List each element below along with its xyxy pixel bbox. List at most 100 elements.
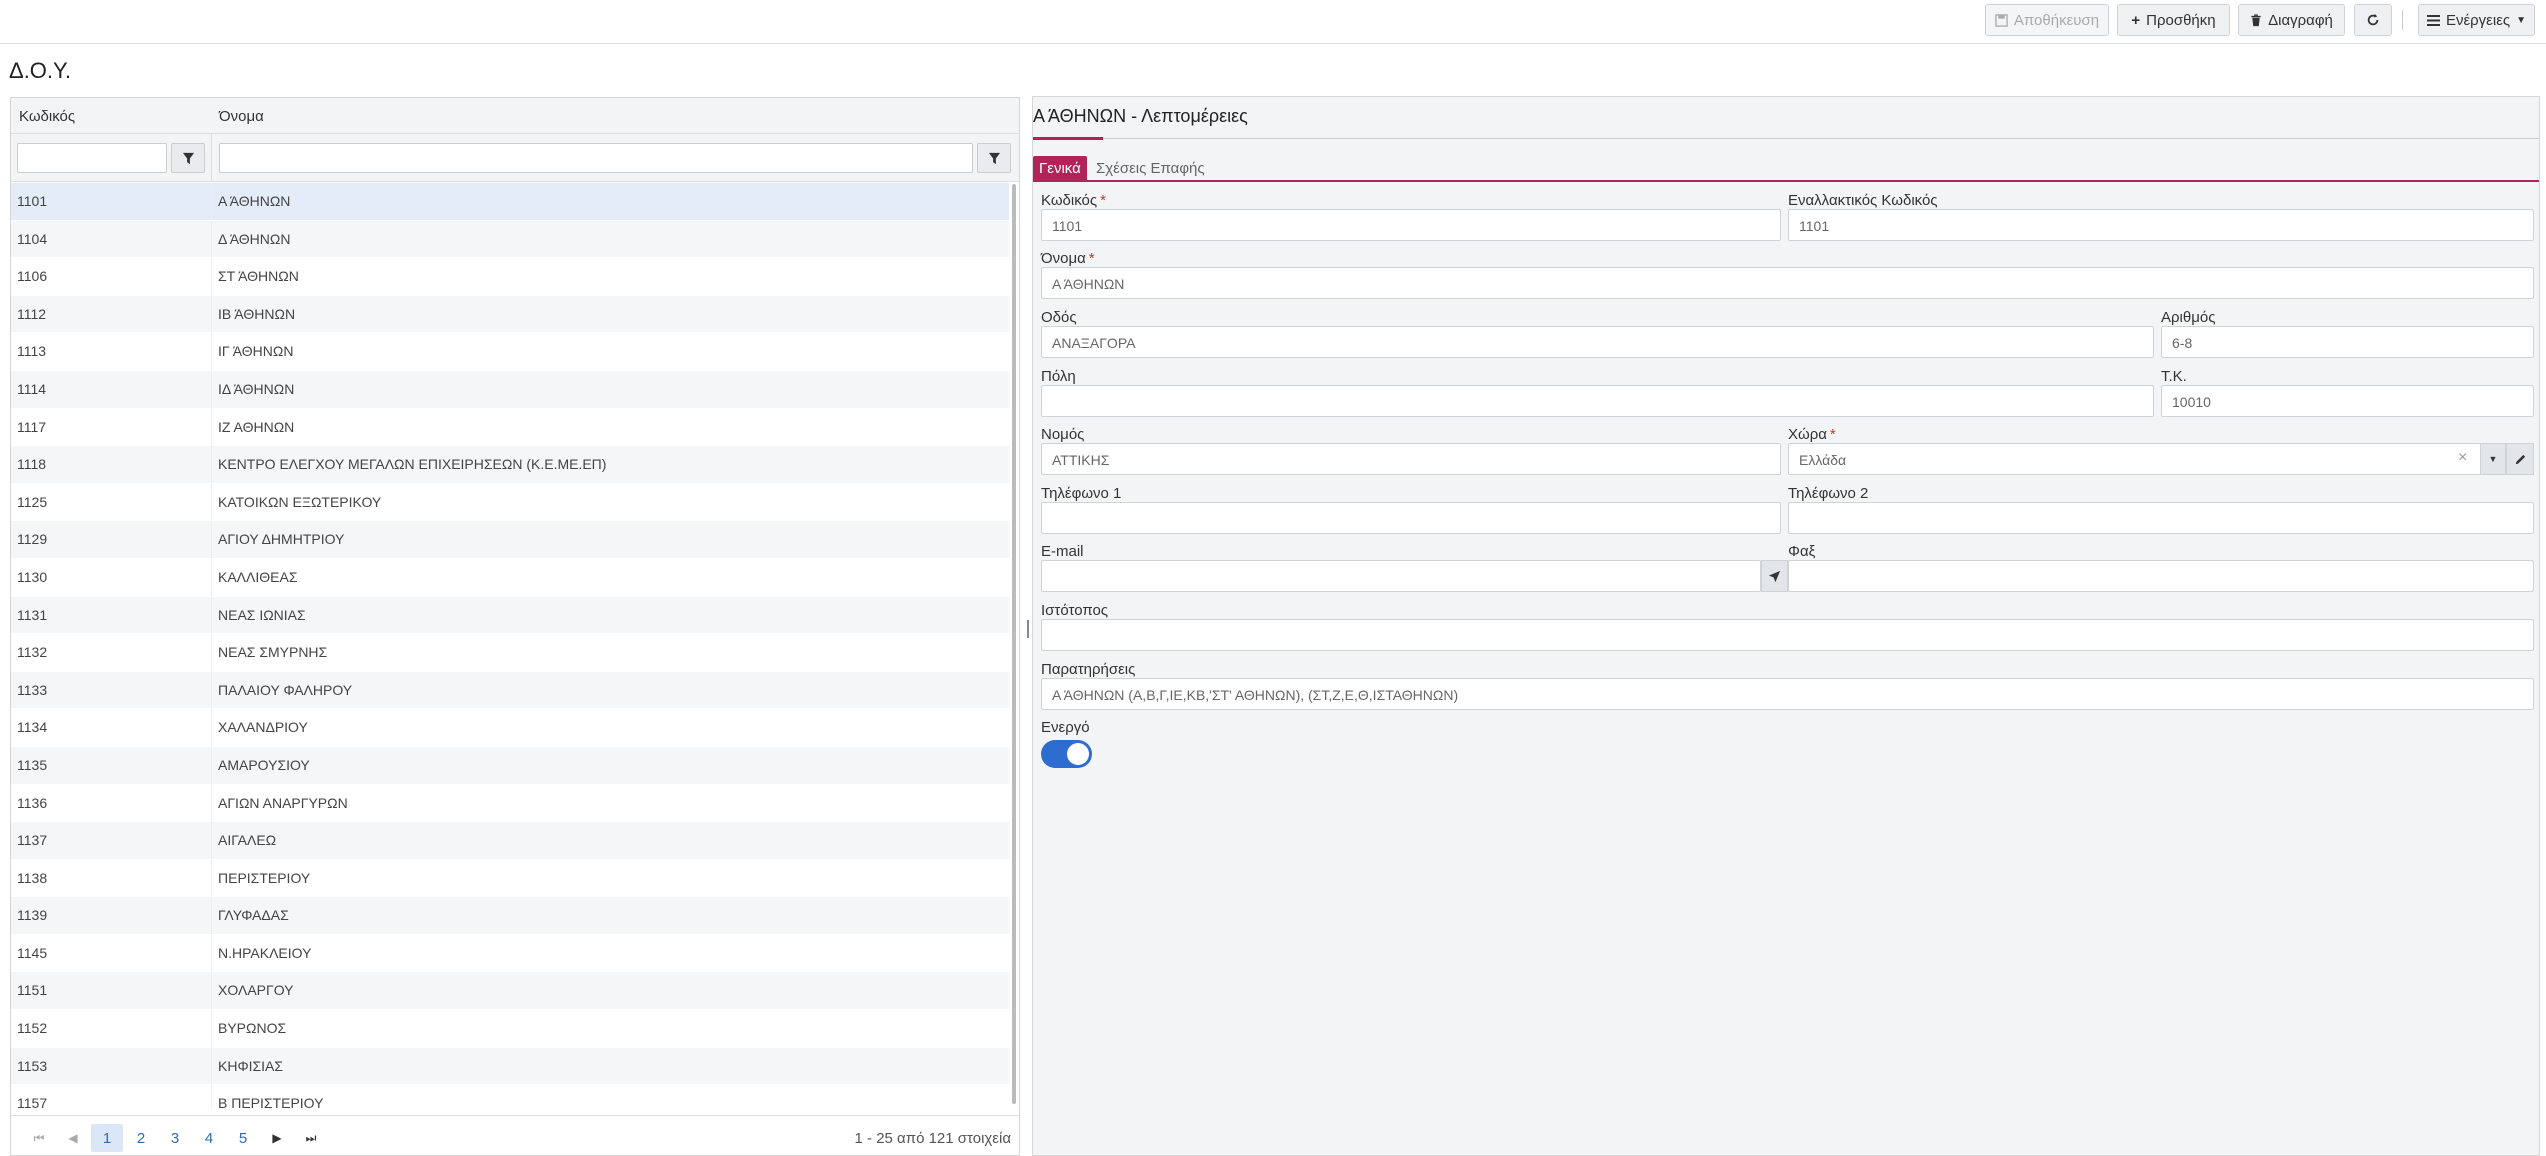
row-code-cell: 1112 [17,305,47,322]
previous-page-icon[interactable]: ◀ [57,1124,89,1152]
city-field[interactable] [1041,385,2154,417]
table-row[interactable]: 1135 ΑΜΑΡΟΥΣΙΟΥ [11,746,1009,785]
table-row[interactable]: 1139 ΓΛΥΦΑΔΑΣ [11,897,1009,935]
row-code-cell: 1139 [17,907,48,924]
save-button[interactable]: Αποθήκευση [1985,4,2109,36]
country-dropdown-button[interactable]: ▼ [2480,443,2506,475]
send-email-button[interactable] [1761,560,1788,592]
grid-filter-row [11,134,1019,182]
table-row[interactable]: 1136 ΑΓΙΩΝ ΑΝΑΡΓΥΡΩΝ [11,784,1009,823]
row-name-cell: Β ΠΕΡΙΣΤΕΡΙΟΥ [218,1095,324,1108]
page-title: Δ.Ο.Υ. [9,58,72,83]
table-row[interactable]: 1151 ΧΟΛΑΡΓΟΥ [11,972,1009,1011]
row-divider [211,258,212,295]
name-filter-button[interactable] [977,143,1011,173]
phone2-label: Τηλέφωνο 2 [1788,485,1869,502]
alt-code-label: Εναλλακτικός Κωδικός [1788,192,1938,209]
row-divider [211,972,212,1010]
row-code-cell: 1132 [17,644,48,661]
table-row[interactable]: 1145 Ν.ΗΡΑΚΛΕΙΟΥ [11,934,1009,973]
alt-code-field[interactable]: 1101 [1788,209,2534,241]
table-row[interactable]: 1131 ΝΕΑΣ ΙΩΝΙΑΣ [11,596,1009,635]
website-label: Ιστότοπος [1041,602,1109,619]
page-1[interactable]: 1 [91,1124,123,1152]
active-toggle[interactable] [1041,740,1092,768]
website-field[interactable] [1041,619,2534,651]
code-field[interactable]: 1101 [1041,209,1781,241]
email-field[interactable] [1041,560,1761,592]
tax-office-grid: Κωδικός Όνομα 1101 Α ΆΘΗΝΩΝ 1104 Δ ΆΘΗΝΩΝ 11… [10,97,1020,1156]
page-2[interactable]: 2 [125,1124,157,1152]
table-row[interactable]: 1117 ΙΖ ΑΘΗΝΩΝ [11,408,1009,447]
city-label: Πόλη [1041,368,1076,385]
row-divider [211,709,212,746]
notes-field[interactable]: Α ΆΘΗΝΩΝ (Α,Β,Γ,ΙΕ,ΚΒ,'ΣΤ' ΑΘΗΝΩΝ), (ΣΤ,… [1041,678,2534,710]
name-field[interactable]: Α ΆΘΗΝΩΝ [1041,267,2534,299]
table-row[interactable]: 1101 Α ΆΘΗΝΩΝ [11,183,1009,221]
name-filter-input[interactable] [219,143,973,173]
table-row[interactable]: 1130 ΚΑΛΛΙΘΕΑΣ [11,558,1009,597]
table-row[interactable]: 1125 ΚΑΤΟΙΚΩΝ ΕΞΩΤΕΡΙΚΟΥ [11,483,1009,522]
phone1-field[interactable] [1041,502,1781,534]
grid-scrollbar-thumb[interactable] [1012,184,1016,1104]
number-label: Αριθμός [2161,309,2216,326]
country-select[interactable]: Ελλάδα [1788,443,2481,475]
code-filter-input[interactable] [17,143,167,173]
toolbar-divider [2402,10,2403,30]
table-row[interactable]: 1104 Δ ΆΘΗΝΩΝ [11,220,1009,259]
row-name-cell: ΙΖ ΑΘΗΝΩΝ [218,418,295,435]
page-5[interactable]: 5 [227,1124,259,1152]
country-edit-button[interactable] [2506,443,2534,475]
table-row[interactable]: 1114 ΙΔ ΆΘΗΝΩΝ [11,370,1009,409]
street-field[interactable]: ΑΝΑΞΑΓΟΡΑ [1041,326,2154,358]
save-button-label: Αποθήκευση [2013,11,2100,29]
table-row[interactable]: 1129 ΑΓΙΟΥ ΔΗΜΗΤΡΙΟΥ [11,521,1009,559]
table-row[interactable]: 1152 ΒΥΡΩΝΟΣ [11,1010,1009,1048]
table-row[interactable]: 1153 ΚΗΦΙΣΙΑΣ [11,1047,1009,1086]
row-name-cell: Δ ΆΘΗΝΩΝ [218,230,291,247]
add-button[interactable]: + Προσθήκη [2117,4,2230,36]
table-row[interactable]: 1134 ΧΑΛΑΝΔΡΙΟΥ [11,709,1009,747]
street-label: Οδός [1041,309,1077,326]
row-code-cell: 1134 [17,719,48,736]
table-row[interactable]: 1138 ΠΕΡΙΣΤΕΡΙΟΥ [11,859,1009,898]
row-divider [211,1010,212,1047]
zip-field[interactable]: 10010 [2161,385,2534,417]
panel-splitter[interactable] [1027,620,1029,638]
table-row[interactable]: 1106 ΣΤ ΆΘΗΝΩΝ [11,258,1009,296]
delete-button[interactable]: Διαγραφή [2238,4,2345,36]
actions-menu-label: Ενέργειες [2445,11,2511,29]
table-row[interactable]: 1118 ΚΕΝΤΡΟ ΕΛΕΓΧΟΥ ΜΕΓΑΛΩΝ ΕΠΙΧΕΙΡΗΣΕΩΝ … [11,446,1009,484]
page-3[interactable]: 3 [159,1124,191,1152]
row-code-cell: 1145 [17,944,48,961]
phone1-label: Τηλέφωνο 1 [1041,485,1122,502]
column-header-code[interactable]: Κωδικός [19,108,75,125]
table-row[interactable]: 1113 ΙΓ ΆΘΗΝΩΝ [11,333,1009,371]
grid-scrollbar[interactable] [1011,184,1017,1104]
close-icon[interactable]: × [2458,449,2467,467]
row-code-cell: 1117 [17,418,47,435]
page-4[interactable]: 4 [193,1124,225,1152]
table-row[interactable]: 1132 ΝΕΑΣ ΣΜΥΡΝΗΣ [11,634,1009,672]
table-row[interactable]: 1112 ΙΒ ΆΘΗΝΩΝ [11,295,1009,334]
tab-contact-relations[interactable]: Σχέσεις Επαφής [1090,156,1211,180]
last-page-icon[interactable]: ⏭ [295,1124,327,1152]
phone2-field[interactable] [1788,502,2534,534]
prefecture-field[interactable]: ΑΤΤΙΚΗΣ [1041,443,1781,475]
column-header-name[interactable]: Όνομα [219,108,264,125]
row-name-cell: ΙΒ ΆΘΗΝΩΝ [218,305,296,322]
caret-down-icon: ▼ [2488,454,2498,464]
table-row[interactable]: 1157 Β ΠΕΡΙΣΤΕΡΙΟΥ [11,1085,1009,1108]
fax-field[interactable] [1788,560,2534,592]
refresh-button[interactable] [2354,4,2392,36]
row-code-cell: 1153 [17,1057,48,1074]
table-row[interactable]: 1133 ΠΑΛΑΙΟΥ ΦΑΛΗΡΟΥ [11,671,1009,710]
actions-menu-button[interactable]: Ενέργειες ▼ [2418,4,2535,36]
next-page-icon[interactable]: ▶ [261,1124,293,1152]
tab-general[interactable]: Γενικά [1033,156,1087,180]
table-row[interactable]: 1137 ΑΙΓΑΛΕΩ [11,822,1009,860]
first-page-icon[interactable]: ⏮ [23,1124,55,1152]
row-divider [211,483,212,521]
code-filter-button[interactable] [171,143,205,173]
number-field[interactable]: 6-8 [2161,326,2534,358]
